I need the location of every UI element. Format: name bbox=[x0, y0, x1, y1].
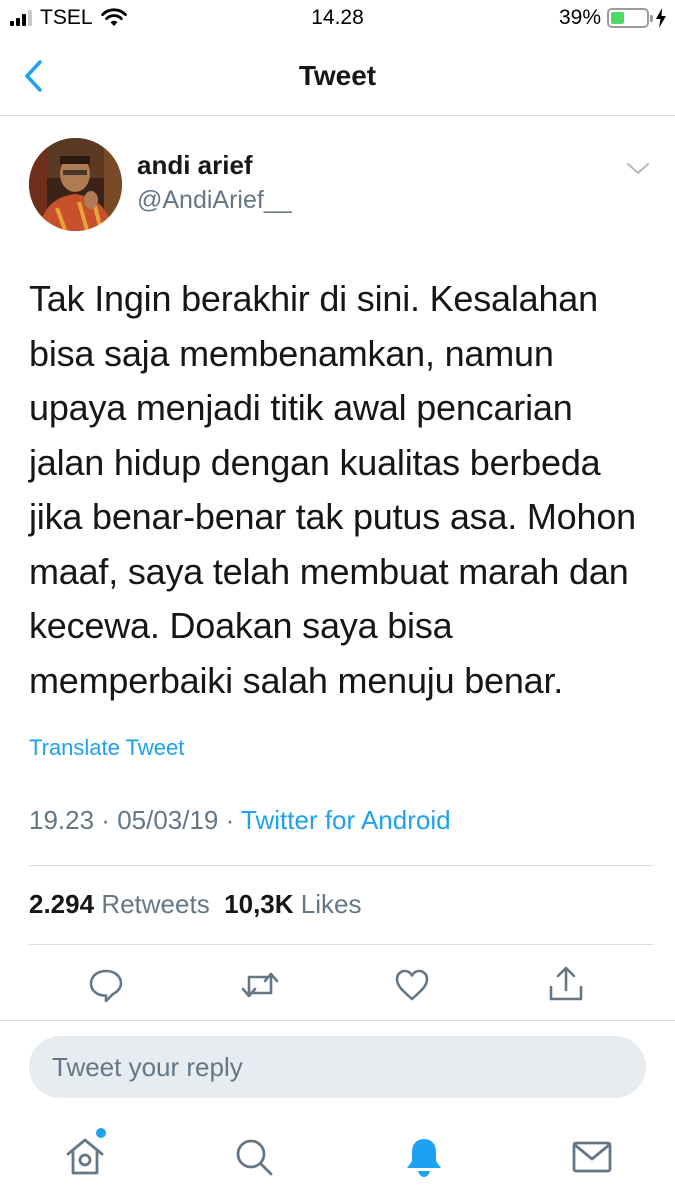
tweet-stats: 2.294 Retweets 10,3K Likes bbox=[29, 889, 361, 920]
charging-bolt-icon bbox=[656, 8, 666, 28]
retweet-label: Retweets bbox=[101, 889, 210, 919]
like-icon[interactable] bbox=[392, 965, 432, 1005]
tweet-source-link[interactable]: Twitter for Android bbox=[241, 805, 451, 835]
home-icon[interactable] bbox=[63, 1135, 107, 1179]
share-icon[interactable] bbox=[546, 965, 586, 1005]
notification-dot bbox=[96, 1128, 106, 1138]
translate-tweet-link[interactable]: Translate Tweet bbox=[29, 735, 184, 761]
like-label: Likes bbox=[300, 889, 362, 919]
divider bbox=[29, 865, 653, 866]
tweet-line: jika benar-benar tak putus asa. Mohon bbox=[29, 496, 636, 537]
tweet-text: Tak Ingin berakhir di sini. Kesalahan bi… bbox=[29, 272, 659, 708]
retweets-stat[interactable]: 2.294 Retweets bbox=[29, 889, 210, 919]
messages-icon[interactable] bbox=[570, 1135, 614, 1179]
tweet-line: upaya menjadi titik awal pencarian bbox=[29, 387, 573, 428]
nav-bar: Tweet bbox=[0, 40, 675, 116]
battery-fill bbox=[611, 12, 625, 24]
tweet-line: jalan hidup dengan kualitas berbeda bbox=[29, 441, 601, 483]
notifications-icon[interactable] bbox=[402, 1135, 446, 1179]
likes-stat[interactable]: 10,3K Likes bbox=[224, 889, 361, 919]
author-name[interactable]: andi arief bbox=[137, 150, 253, 181]
status-bar: TSEL 14.28 39% bbox=[0, 0, 675, 40]
meta-separator: · bbox=[94, 805, 118, 835]
tweet-time: 19.23 bbox=[29, 805, 95, 835]
divider bbox=[29, 944, 653, 945]
reply-input[interactable]: Tweet your reply bbox=[29, 1036, 646, 1098]
status-right: 39% bbox=[559, 6, 667, 30]
avatar[interactable] bbox=[29, 138, 122, 231]
tweet-line: maaf, saya telah membuat marah dan bbox=[29, 550, 629, 592]
battery-percent: 39% bbox=[558, 6, 601, 29]
battery-icon bbox=[607, 8, 653, 28]
tweet-line: kecewa. Doakan saya bisa bbox=[29, 605, 453, 646]
tweet-date: 05/03/19 bbox=[117, 805, 219, 835]
chevron-down-icon[interactable] bbox=[626, 160, 650, 178]
tweet-line: Tak Ingin berakhir di sini. Kesalahan bbox=[29, 278, 598, 319]
meta-separator: · bbox=[218, 805, 242, 835]
author-handle[interactable]: @AndiArief__ bbox=[137, 186, 292, 215]
retweet-count: 2.294 bbox=[29, 889, 95, 919]
tweet-line: memperbaiki salah menuju benar. bbox=[29, 659, 564, 701]
tweet-meta: 19.23 · 05/03/19 · Twitter for Android bbox=[29, 805, 451, 836]
tweet-line: bisa saja membenamkan, namun bbox=[29, 332, 554, 374]
like-count: 10,3K bbox=[224, 889, 294, 919]
page-title: Tweet bbox=[298, 60, 377, 91]
search-icon[interactable] bbox=[232, 1135, 276, 1179]
reply-icon[interactable] bbox=[86, 965, 126, 1005]
retweet-icon[interactable] bbox=[240, 965, 280, 1005]
divider bbox=[0, 1020, 675, 1021]
